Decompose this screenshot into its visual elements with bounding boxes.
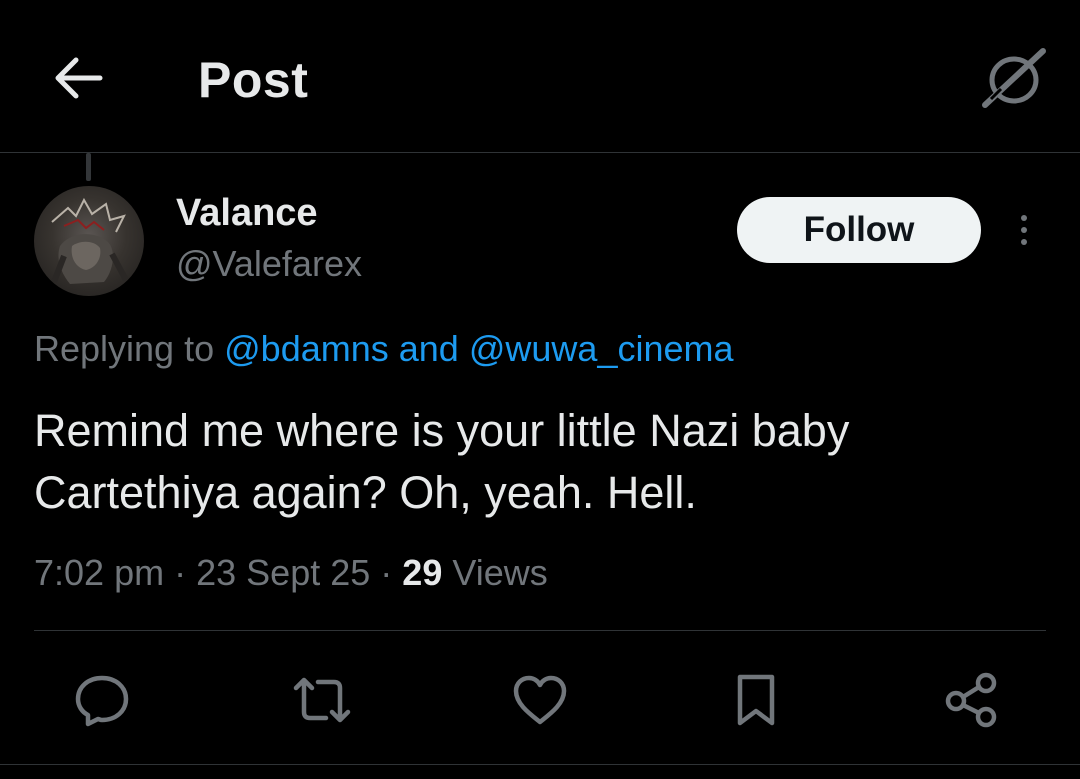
like-button[interactable] [508, 668, 572, 732]
arrow-left-icon [55, 57, 103, 99]
more-dots-icon [1021, 239, 1027, 245]
avatar[interactable] [34, 186, 144, 296]
replying-to: Replying to @bdamns and @wuwa_cinema [34, 326, 734, 372]
divider [0, 764, 1080, 765]
replying-to-prefix: Replying to [34, 328, 215, 369]
views-label: Views [452, 552, 548, 593]
follow-button[interactable]: Follow [737, 197, 981, 263]
tweet-text: Remind me where is your little Nazi baby… [34, 400, 1044, 524]
page-title: Post [198, 52, 309, 108]
grok-button[interactable] [976, 44, 1052, 112]
meta-separator: · [380, 552, 393, 593]
back-button[interactable] [48, 50, 108, 106]
top-bar: Post [0, 0, 1080, 153]
mention-link[interactable]: @wuwa_cinema [469, 328, 734, 369]
tweet-text-line: Cartethiya again? Oh, yeah. Hell. [34, 467, 697, 518]
more-dots-icon [1021, 227, 1027, 233]
meta-separator: · [174, 552, 187, 593]
mention-link[interactable]: @bdamns [224, 328, 389, 369]
thread-connector [86, 153, 91, 181]
views-count: 29 [402, 552, 443, 593]
replying-to-connector: and [398, 328, 459, 369]
retweet-button[interactable] [290, 668, 354, 732]
bookmark-button[interactable] [724, 668, 788, 732]
author-handle[interactable]: @Valefarex [176, 242, 362, 286]
tweet-text-line: Remind me where is your little Nazi baby [34, 405, 850, 456]
divider [34, 630, 1046, 631]
avatar-artwork [51, 197, 129, 284]
reply-button[interactable] [70, 668, 134, 732]
share-button[interactable] [940, 668, 1004, 732]
author-name[interactable]: Valance [176, 190, 318, 236]
reply-icon [75, 675, 129, 727]
tweet-metadata: 7:02 pm · 23 Sept 25 · 29 Views [34, 548, 548, 598]
tweet-time[interactable]: 7:02 pm [34, 552, 164, 593]
more-dots-icon [1021, 215, 1027, 221]
more-options-button[interactable] [1004, 208, 1044, 252]
tweet-date[interactable]: 23 Sept 25 [196, 552, 370, 593]
like-icon [513, 675, 567, 725]
share-icon [945, 672, 997, 728]
bookmark-icon [737, 674, 775, 726]
retweet-icon [293, 677, 351, 723]
grok-icon [982, 48, 1046, 108]
